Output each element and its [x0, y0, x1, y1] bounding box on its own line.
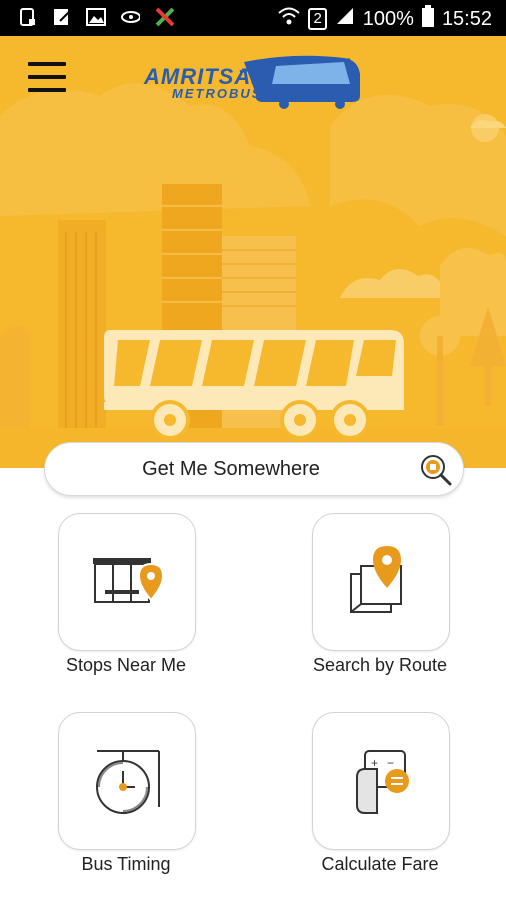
svg-text:+: +	[371, 756, 378, 770]
calculate-fare-label: Calculate Fare	[321, 854, 439, 874]
link-icon	[120, 6, 140, 28]
calculate-fare-button[interactable]: + − ×	[312, 712, 450, 850]
hero-banner: AMRITSAR METROBUS	[0, 36, 506, 468]
edit-icon	[52, 6, 72, 28]
hamburger-menu-icon[interactable]	[28, 62, 66, 96]
clock-time: 15:52	[441, 7, 492, 30]
battery-icon	[421, 5, 434, 33]
search-icon	[421, 455, 452, 486]
bus-timing-button[interactable]	[58, 712, 196, 850]
sim-slot-badge: 2	[308, 8, 327, 30]
app-logo: AMRITSAR METROBUS	[144, 48, 364, 110]
get-me-somewhere-search[interactable]: Get Me Somewhere	[44, 442, 464, 496]
bus-stop-icon	[93, 558, 165, 603]
battery-percent: 100%	[362, 7, 414, 30]
search-label: Get Me Somewhere	[142, 458, 320, 480]
status-bar: 2 100% 15:52	[0, 0, 506, 36]
signal-icon	[335, 6, 355, 32]
brand-subtitle: METROBUS	[172, 86, 263, 101]
fare-calculator-icon: + − ×	[356, 750, 409, 814]
calculate-fare-tile[interactable]: + − × Calculate Fare	[304, 712, 504, 887]
search-by-route-label: Search by Route	[312, 655, 448, 675]
notification-icon	[18, 6, 38, 28]
stops-near-me-button[interactable]	[58, 513, 196, 651]
search-by-route-button[interactable]	[312, 513, 450, 651]
route-map-icon	[350, 546, 402, 613]
stops-near-me-tile[interactable]: Stops Near Me	[50, 513, 250, 688]
wifi-icon	[278, 6, 301, 32]
gallery-icon	[86, 6, 106, 28]
stops-near-me-label: Stops Near Me	[65, 655, 187, 675]
search-by-route-tile[interactable]: Search by Route	[304, 513, 504, 688]
bus-timing-label: Bus Timing	[81, 854, 171, 874]
bus-timing-tile[interactable]: Bus Timing	[50, 712, 250, 887]
svg-text:−: −	[387, 756, 394, 770]
clock-icon	[96, 750, 160, 814]
tools-icon	[154, 6, 174, 28]
